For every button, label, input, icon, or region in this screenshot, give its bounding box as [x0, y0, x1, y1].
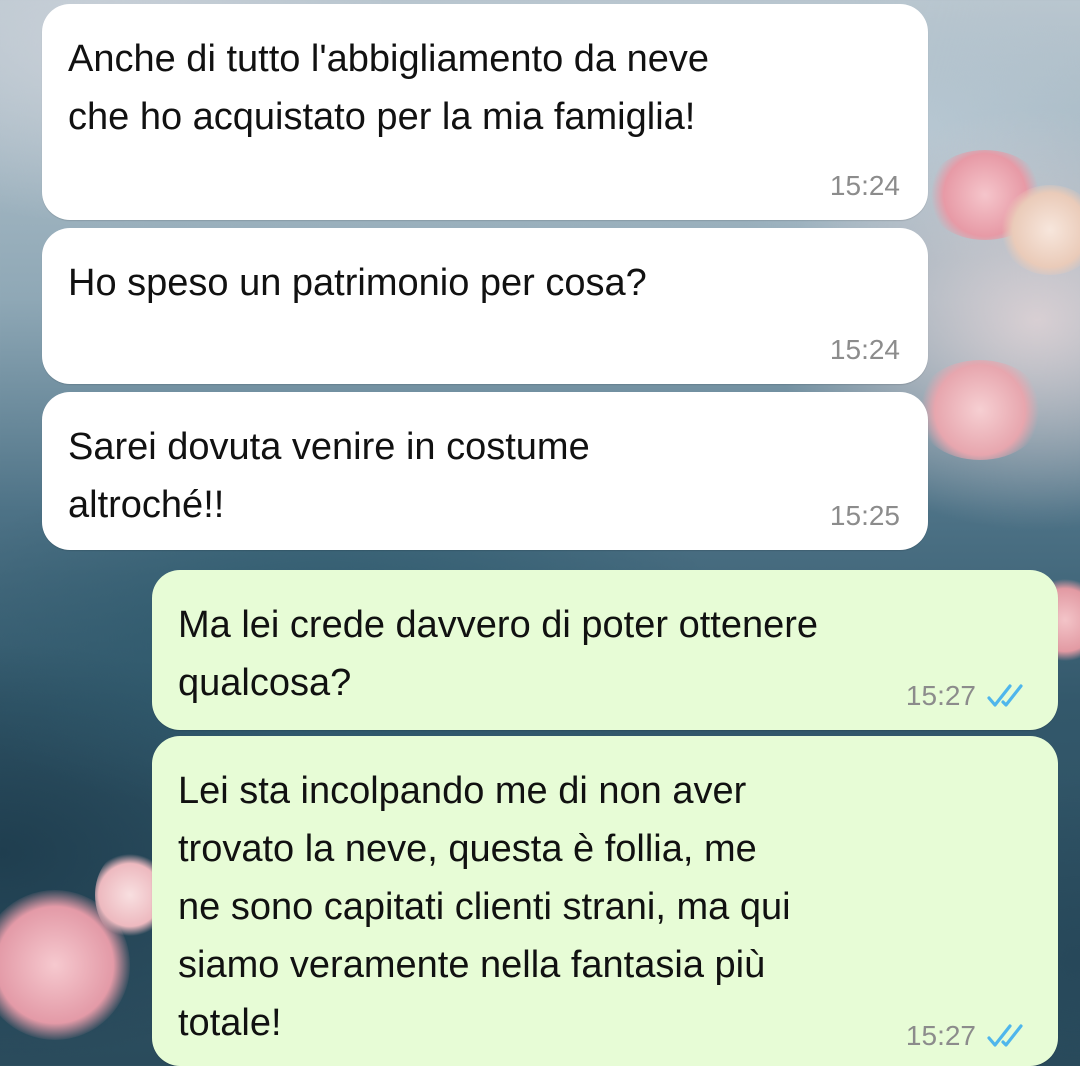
rose-decoration [915, 360, 1045, 460]
rose-decoration [0, 890, 130, 1040]
message-timestamp: 15:27 [905, 1020, 976, 1051]
message-meta: 15:24 [830, 334, 900, 366]
message-timestamp: 15:27 [905, 680, 976, 711]
message-text: Anche di tutto l'abbigliamento da neve c… [68, 38, 710, 138]
message-meta: 15:24 [830, 170, 900, 202]
incoming-message-bubble[interactable]: Sarei dovuta venire in costume altroché!… [42, 392, 928, 550]
message-timestamp: 15:25 [829, 500, 900, 531]
message-text: Ho speso un patrimonio per cosa? [68, 262, 647, 304]
message-text: Lei sta incolpando me di non aver trovat… [178, 770, 791, 1044]
message-text: Sarei dovuta venire in costume altroché!… [68, 426, 590, 526]
message-meta: 15:27 [906, 1020, 1030, 1052]
outgoing-message-bubble[interactable]: Ma lei crede davvero di poter ottenere q… [152, 570, 1058, 730]
message-timestamp: 15:24 [829, 334, 900, 365]
rose-decoration [1000, 185, 1080, 275]
outgoing-message-bubble[interactable]: Lei sta incolpando me di non aver trovat… [152, 736, 1058, 1066]
incoming-message-bubble[interactable]: Anche di tutto l'abbigliamento da neve c… [42, 4, 928, 220]
message-meta: 15:25 [830, 500, 900, 532]
double-check-read-icon [987, 1024, 1023, 1047]
rose-decoration [925, 150, 1045, 240]
message-timestamp: 15:24 [829, 170, 900, 201]
incoming-message-bubble[interactable]: Ho speso un patrimonio per cosa? 15:24 [42, 228, 928, 384]
message-text: Ma lei crede davvero di poter ottenere q… [178, 604, 819, 704]
message-meta: 15:27 [906, 680, 1030, 712]
double-check-read-icon [987, 684, 1023, 707]
